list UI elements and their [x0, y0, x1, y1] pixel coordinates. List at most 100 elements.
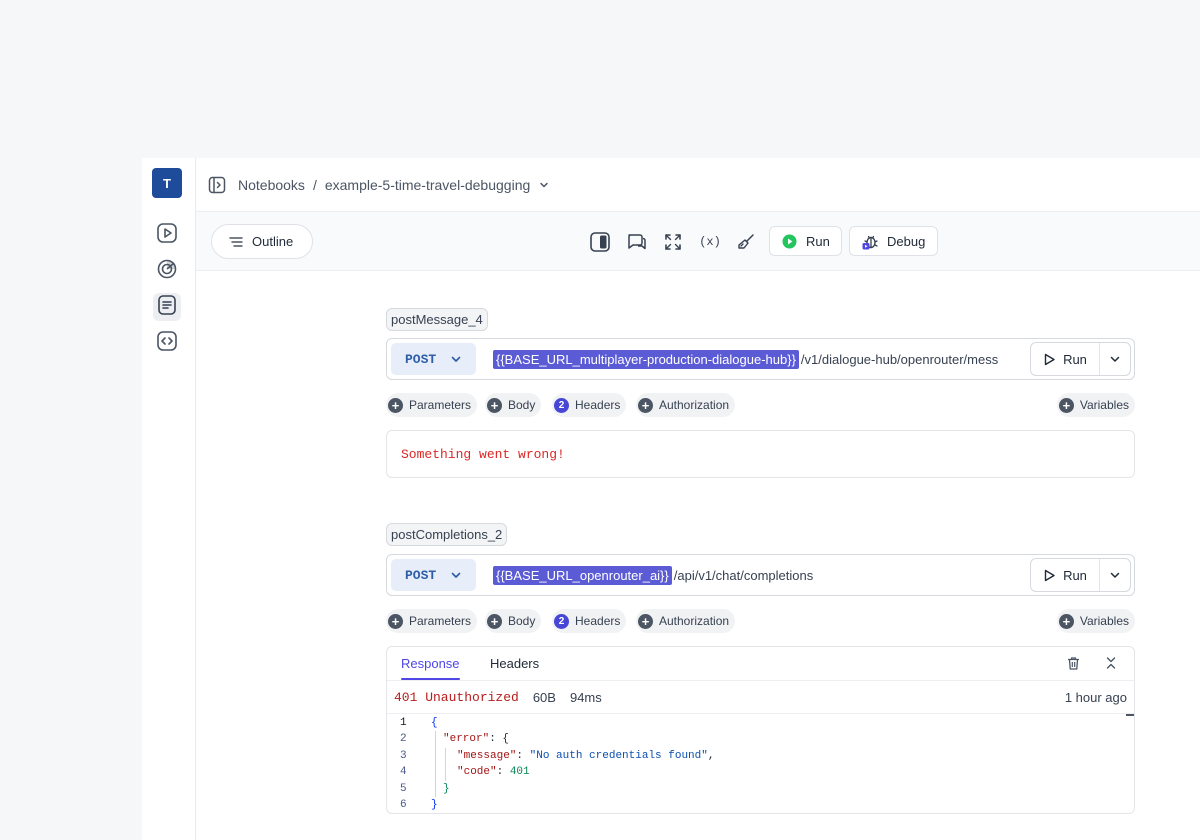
code-text: }	[443, 782, 450, 795]
url-path: /api/v1/chat/completions	[673, 567, 814, 583]
url-path: /v1/dialogue-hub/openrouter/mess	[800, 351, 999, 367]
request-name-label[interactable]: postMessage_4	[386, 308, 488, 331]
bug-icon	[862, 233, 879, 250]
run-request-button-group: Run	[1030, 342, 1131, 376]
authorization-chip[interactable]: + Authorization	[636, 609, 736, 633]
panel-toggle-icon[interactable]	[589, 231, 611, 253]
response-status-row: 401 Unauthorized 60B 94ms 1 hour ago	[387, 681, 1134, 714]
tab-response[interactable]: Response	[401, 656, 460, 680]
authorization-label: Authorization	[659, 614, 730, 628]
line-number: 2	[400, 733, 407, 746]
debug-button[interactable]: Debug	[849, 226, 938, 256]
code-line: 2 "error": {	[387, 731, 1134, 747]
line-number: 3	[400, 749, 407, 762]
authorization-chip[interactable]: + Authorization	[636, 393, 736, 417]
breadcrumb-root[interactable]: Notebooks	[238, 177, 305, 193]
base-url-variable[interactable]: {{BASE_URL_openrouter_ai}}	[493, 565, 672, 585]
headers-chip[interactable]: 2 Headers	[552, 393, 627, 417]
response-panel: Response Headers 401 Unauthorized 60B 94…	[386, 646, 1135, 814]
base-url-variable[interactable]: {{BASE_URL_multiplayer-production-dialog…	[493, 349, 799, 369]
headers-chip[interactable]: 2 Headers	[552, 609, 627, 633]
run-request-button[interactable]: Run	[1031, 343, 1100, 375]
headers-label: Headers	[575, 398, 621, 412]
headers-label: Headers	[575, 614, 621, 628]
rail-play-button[interactable]	[153, 221, 181, 249]
tab-headers[interactable]: Headers	[490, 656, 539, 671]
response-timestamp: 1 hour ago	[1064, 689, 1127, 705]
plus-icon: +	[1058, 397, 1074, 413]
comments-icon[interactable]	[626, 231, 648, 253]
url-input[interactable]: {{BASE_URL_openrouter_ai}} /api/v1/chat/…	[493, 565, 1027, 585]
headers-count-badge: 2	[554, 613, 569, 629]
response-body-editor[interactable]: 1 { 2 "error": { 3 "message": "No auth c…	[387, 715, 1134, 813]
sidebar-toggle-icon[interactable]	[208, 176, 226, 194]
method-label: POST	[405, 567, 437, 583]
variables-chip[interactable]: + Variables	[1056, 393, 1135, 417]
parameters-label: Parameters	[409, 614, 472, 628]
method-label: POST	[405, 351, 437, 367]
run-all-button[interactable]: Run	[769, 226, 842, 256]
run-options-button[interactable]	[1100, 343, 1130, 375]
line-number: 5	[400, 782, 407, 795]
body-label: Body	[508, 398, 536, 412]
variables-label: Variables	[1079, 614, 1129, 628]
code-brackets-icon	[156, 330, 178, 357]
collapse-icon[interactable]	[1104, 656, 1118, 670]
response-size: 60B	[532, 689, 556, 705]
code-line: 3 "message": "No auth credentials found"…	[387, 748, 1134, 764]
body-chip[interactable]: + Body	[485, 609, 542, 633]
code-line: 4 "code": 401	[387, 764, 1134, 780]
outline-lines-icon	[229, 236, 243, 248]
status-code: 401 Unauthorized	[394, 689, 519, 705]
body-chip[interactable]: + Body	[485, 393, 542, 417]
rail-code-button[interactable]	[153, 329, 181, 357]
response-tabs: Response Headers	[387, 647, 1134, 681]
outline-button[interactable]: Outline	[211, 224, 313, 259]
notebook-icon	[156, 294, 178, 321]
chevron-down-icon	[450, 353, 462, 365]
breadcrumb-current[interactable]: example-5-time-travel-debugging	[325, 177, 530, 193]
code-text: "message": "No auth credentials found",	[457, 749, 715, 762]
error-message: Something went wrong!	[401, 446, 565, 462]
chevron-down-icon	[1109, 569, 1121, 581]
broom-icon[interactable]	[735, 231, 757, 253]
url-input[interactable]: {{BASE_URL_multiplayer-production-dialog…	[493, 349, 1027, 369]
scrollbar-thumb[interactable]	[1126, 714, 1134, 716]
rail-notebooks-button[interactable]	[153, 293, 181, 321]
plus-icon: +	[388, 397, 403, 413]
fullscreen-icon[interactable]	[662, 231, 684, 253]
play-icon	[1043, 353, 1056, 366]
chevron-down-icon	[1109, 353, 1121, 365]
run-request-button[interactable]: Run	[1031, 559, 1100, 591]
code-text: "error": {	[443, 733, 510, 746]
trash-icon[interactable]	[1066, 656, 1081, 671]
app-window: T Notebooks / example-5-time-travel-debu…	[142, 158, 1200, 840]
code-text: }	[431, 798, 438, 811]
request-options-row: + Parameters + Body 2 Headers + Authorizatio…	[386, 609, 1135, 633]
chevron-down-icon[interactable]	[538, 179, 550, 191]
parameters-chip[interactable]: + Parameters	[386, 393, 478, 417]
run-options-button[interactable]	[1100, 559, 1130, 591]
plus-icon: +	[638, 397, 653, 413]
error-output: Something went wrong!	[386, 430, 1135, 478]
variables-icon[interactable]: (x)	[699, 231, 721, 253]
play-circle-icon	[782, 234, 797, 249]
response-time: 94ms	[569, 689, 602, 705]
left-rail: T	[142, 158, 196, 840]
code-text: "code": 401	[457, 766, 530, 779]
debug-label: Debug	[887, 233, 926, 249]
run-request-label: Run	[1063, 351, 1087, 367]
rail-radar-button[interactable]	[153, 257, 181, 285]
request-name-label[interactable]: postCompletions_2	[386, 523, 508, 546]
user-avatar[interactable]: T	[152, 168, 182, 198]
method-select[interactable]: POST	[391, 343, 476, 375]
line-number: 4	[400, 766, 407, 779]
parameters-chip[interactable]: + Parameters	[386, 609, 478, 633]
variables-chip[interactable]: + Variables	[1056, 609, 1135, 633]
run-all-label: Run	[806, 233, 830, 249]
method-select[interactable]: POST	[391, 559, 476, 591]
run-request-button-group: Run	[1030, 558, 1131, 592]
code-line: 1 {	[387, 715, 1134, 731]
variables-label: Variables	[1079, 398, 1129, 412]
plus-icon: +	[638, 613, 653, 629]
